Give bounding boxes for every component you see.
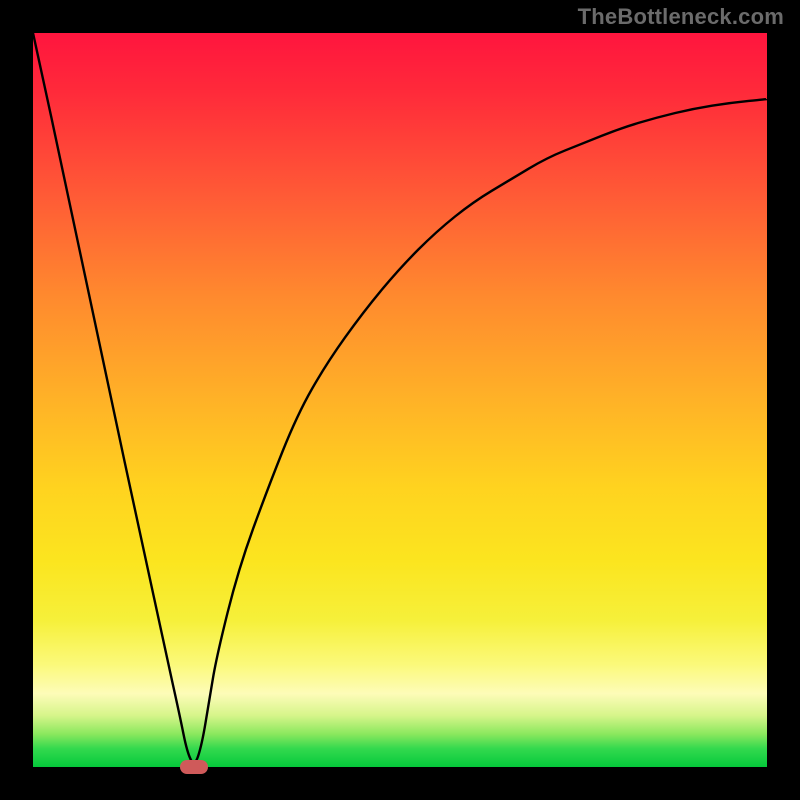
curve-path [33, 33, 767, 763]
optimum-marker [180, 760, 208, 774]
watermark-text: TheBottleneck.com [578, 4, 784, 30]
bottleneck-curve [33, 33, 767, 767]
chart-frame: TheBottleneck.com [0, 0, 800, 800]
